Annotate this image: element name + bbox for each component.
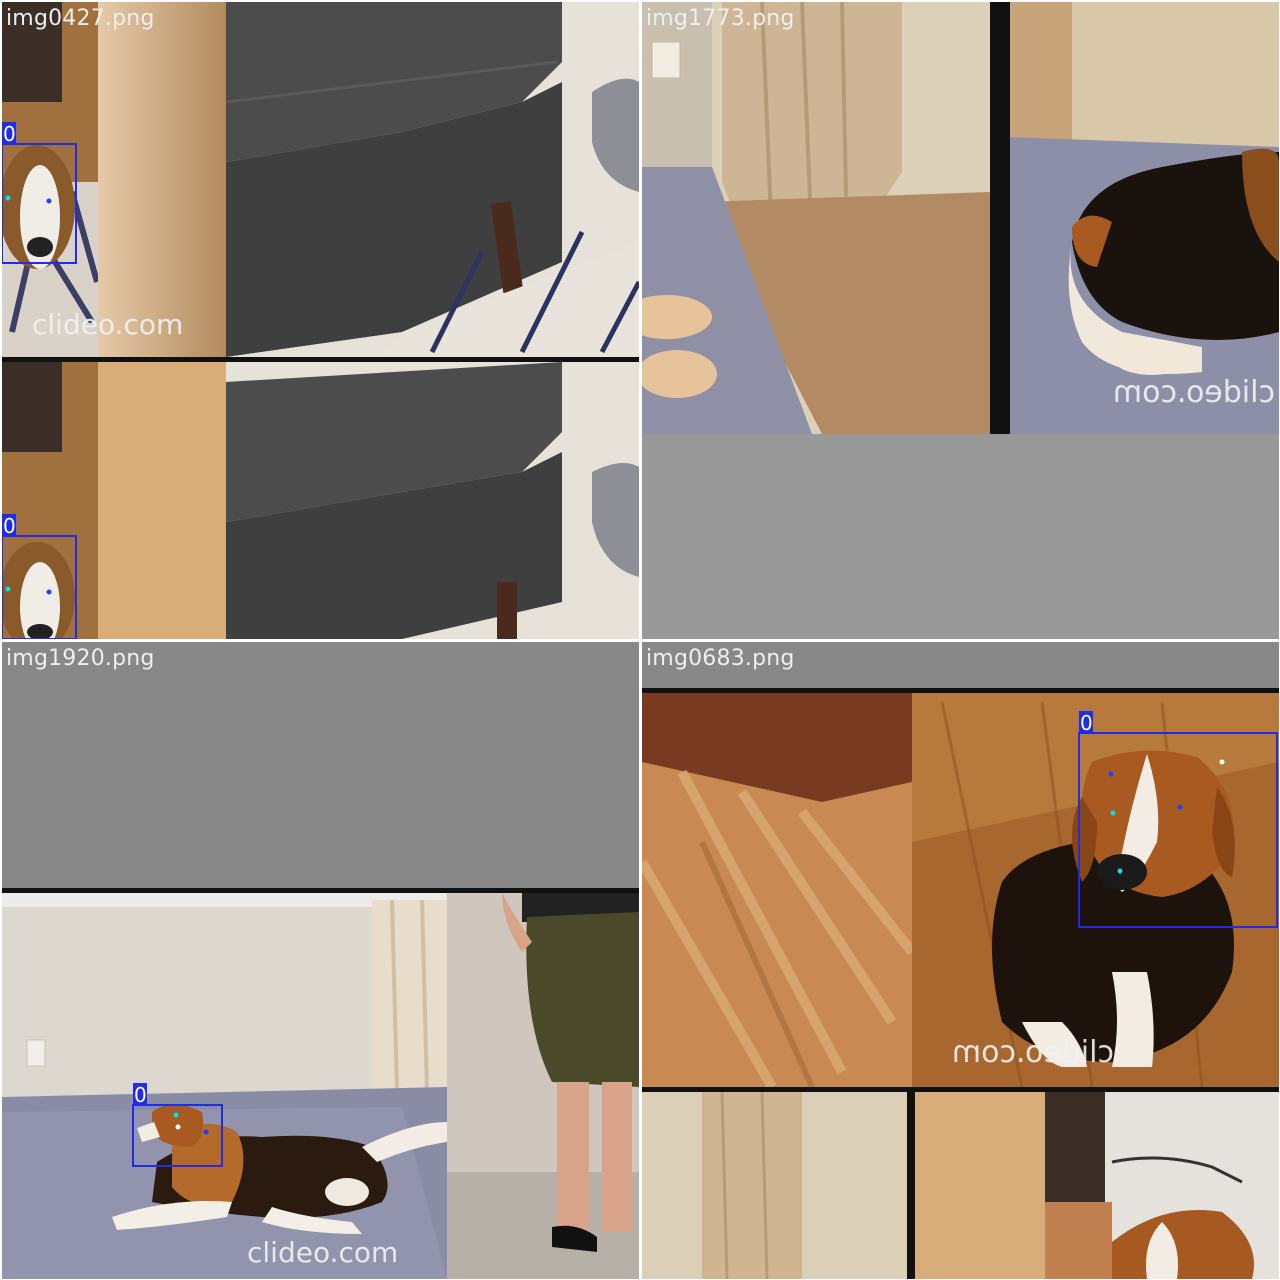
bounding-box-label: 0 <box>3 122 16 146</box>
image-img0683: clideo.com 0 <box>642 642 1279 1279</box>
mosaic-tile-img0683: clideo.com 0 img0683.png <box>642 642 1279 1279</box>
image-img1773: clideo.com <box>642 2 1279 639</box>
watermark-text: clideo.com <box>32 308 183 341</box>
watermark-text-mirrored: clideo.com <box>1113 375 1275 410</box>
bounding-box-label: 0 <box>3 514 16 538</box>
bounding-box-label: 0 <box>134 1083 147 1107</box>
bounding-box-label: 0 <box>1080 711 1093 735</box>
watermark-text: clideo.com <box>247 1236 398 1269</box>
keypoint-marker <box>203 1129 209 1135</box>
image-filename-label: img0427.png <box>6 6 155 31</box>
image-filename-label: img0683.png <box>646 646 795 671</box>
keypoint-marker <box>1177 804 1183 810</box>
keypoint-marker <box>46 589 52 595</box>
keypoint-marker <box>46 198 52 204</box>
keypoint-marker <box>5 586 11 592</box>
image-filename-label: img1773.png <box>646 6 795 31</box>
mosaic-tile-img1920: clideo.com 0 img1920.png <box>2 642 639 1279</box>
watermark-text-mirrored: clideo.com <box>952 1035 1114 1070</box>
mosaic-tile-img0427: clideo.com 0 0 img0427.png <box>2 2 639 639</box>
mosaic-tile-img1773: clideo.com img1773.png <box>642 2 1279 639</box>
keypoint-marker <box>5 195 11 201</box>
image-img1920: clideo.com 0 <box>2 642 639 1279</box>
keypoint-marker <box>1108 771 1114 777</box>
keypoint-marker <box>175 1124 181 1130</box>
keypoint-marker <box>1110 810 1116 816</box>
image-filename-label: img1920.png <box>6 646 155 671</box>
image-img0427: clideo.com 0 0 <box>2 2 639 639</box>
keypoint-marker <box>1117 868 1123 874</box>
keypoint-marker <box>173 1112 179 1118</box>
keypoint-marker <box>1219 759 1225 765</box>
